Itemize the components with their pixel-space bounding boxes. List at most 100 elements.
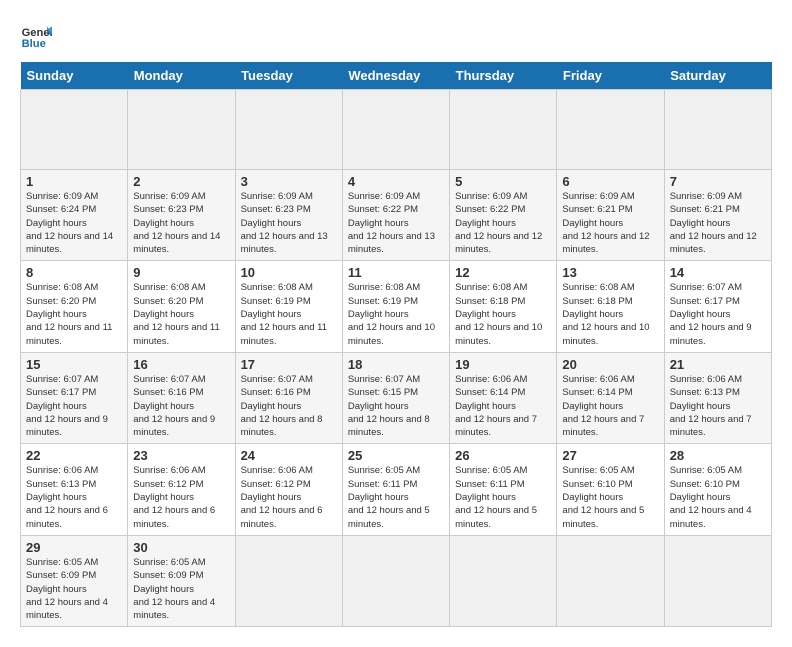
day-number: 15 [26, 357, 122, 372]
header-saturday: Saturday [664, 62, 771, 90]
calendar-cell [342, 535, 449, 626]
header-tuesday: Tuesday [235, 62, 342, 90]
day-number: 22 [26, 448, 122, 463]
day-info: Sunrise: 6:08 AMSunset: 6:20 PMDaylight … [133, 281, 229, 347]
calendar-cell [235, 535, 342, 626]
calendar-week-row: 29Sunrise: 6:05 AMSunset: 6:09 PMDayligh… [21, 535, 772, 626]
day-info: Sunrise: 6:06 AMSunset: 6:14 PMDaylight … [455, 373, 551, 439]
calendar-cell: 9Sunrise: 6:08 AMSunset: 6:20 PMDaylight… [128, 261, 235, 352]
calendar-cell: 11Sunrise: 6:08 AMSunset: 6:19 PMDayligh… [342, 261, 449, 352]
calendar-cell: 6Sunrise: 6:09 AMSunset: 6:21 PMDaylight… [557, 170, 664, 261]
calendar-cell: 24Sunrise: 6:06 AMSunset: 6:12 PMDayligh… [235, 444, 342, 535]
calendar-cell: 5Sunrise: 6:09 AMSunset: 6:22 PMDaylight… [450, 170, 557, 261]
day-number: 10 [241, 265, 337, 280]
day-info: Sunrise: 6:07 AMSunset: 6:17 PMDaylight … [26, 373, 122, 439]
calendar-cell [450, 90, 557, 170]
calendar-cell: 18Sunrise: 6:07 AMSunset: 6:15 PMDayligh… [342, 352, 449, 443]
day-number: 17 [241, 357, 337, 372]
day-info: Sunrise: 6:06 AMSunset: 6:12 PMDaylight … [133, 464, 229, 530]
day-number: 30 [133, 540, 229, 555]
logo-icon: General Blue [20, 20, 52, 52]
calendar-cell: 2Sunrise: 6:09 AMSunset: 6:23 PMDaylight… [128, 170, 235, 261]
day-number: 8 [26, 265, 122, 280]
calendar-cell [664, 535, 771, 626]
calendar-cell: 16Sunrise: 6:07 AMSunset: 6:16 PMDayligh… [128, 352, 235, 443]
header-friday: Friday [557, 62, 664, 90]
day-number: 29 [26, 540, 122, 555]
calendar-cell: 1Sunrise: 6:09 AMSunset: 6:24 PMDaylight… [21, 170, 128, 261]
day-info: Sunrise: 6:06 AMSunset: 6:14 PMDaylight … [562, 373, 658, 439]
day-info: Sunrise: 6:05 AMSunset: 6:10 PMDaylight … [562, 464, 658, 530]
day-info: Sunrise: 6:08 AMSunset: 6:18 PMDaylight … [562, 281, 658, 347]
day-info: Sunrise: 6:05 AMSunset: 6:09 PMDaylight … [133, 556, 229, 622]
calendar-week-row: 8 Sunrise: 6:08 AMSunset: 6:20 PMDaylight… [21, 261, 772, 352]
calendar-cell: 28Sunrise: 6:05 AMSunset: 6:10 PMDayligh… [664, 444, 771, 535]
day-info: Sunrise: 6:08 AMSunset: 6:19 PMDaylight … [348, 281, 444, 347]
header-monday: Monday [128, 62, 235, 90]
calendar-cell [664, 90, 771, 170]
day-number: 26 [455, 448, 551, 463]
day-number: 13 [562, 265, 658, 280]
day-number: 12 [455, 265, 551, 280]
day-info: Sunrise: 6:07 AMSunset: 6:15 PMDaylight … [348, 373, 444, 439]
calendar-cell: 17Sunrise: 6:07 AMSunset: 6:16 PMDayligh… [235, 352, 342, 443]
calendar-cell: 3Sunrise: 6:09 AMSunset: 6:23 PMDaylight… [235, 170, 342, 261]
day-info: Sunrise: 6:05 AMSunset: 6:11 PMDaylight … [455, 464, 551, 530]
logo: General Blue [20, 20, 56, 52]
day-number: 6 [562, 174, 658, 189]
day-number: 9 [133, 265, 229, 280]
calendar-cell: 8Sunrise: 6:08 AMSunset: 6:20 PMDaylight… [21, 261, 128, 352]
day-info: Sunrise: 6:05 AMSunset: 6:09 PMDaylight … [26, 556, 122, 622]
day-number: 7 [670, 174, 766, 189]
calendar-cell: 4Sunrise: 6:09 AMSunset: 6:22 PMDaylight… [342, 170, 449, 261]
day-number: 21 [670, 357, 766, 372]
calendar-week-row: 1Sunrise: 6:09 AMSunset: 6:24 PMDaylight… [21, 170, 772, 261]
calendar-cell: 23Sunrise: 6:06 AMSunset: 6:12 PMDayligh… [128, 444, 235, 535]
day-number: 4 [348, 174, 444, 189]
day-number: 27 [562, 448, 658, 463]
calendar-header-row: SundayMondayTuesdayWednesdayThursdayFrid… [21, 62, 772, 90]
day-info: Sunrise: 6:09 AMSunset: 6:21 PMDaylight … [562, 190, 658, 256]
calendar-cell [21, 90, 128, 170]
calendar-cell: 20Sunrise: 6:06 AMSunset: 6:14 PMDayligh… [557, 352, 664, 443]
day-info: Sunrise: 6:09 AMSunset: 6:22 PMDaylight … [348, 190, 444, 256]
day-number: 19 [455, 357, 551, 372]
calendar-cell: 30Sunrise: 6:05 AMSunset: 6:09 PMDayligh… [128, 535, 235, 626]
day-number: 28 [670, 448, 766, 463]
calendar-cell: 14Sunrise: 6:07 AMSunset: 6:17 PMDayligh… [664, 261, 771, 352]
day-info: Sunrise: 6:05 AMSunset: 6:10 PMDaylight … [670, 464, 766, 530]
calendar-cell [450, 535, 557, 626]
header-sunday: Sunday [21, 62, 128, 90]
day-info: Sunrise: 6:09 AMSunset: 6:23 PMDaylight … [133, 190, 229, 256]
calendar-cell: 22Sunrise: 6:06 AMSunset: 6:13 PMDayligh… [21, 444, 128, 535]
calendar-week-row: 22Sunrise: 6:06 AMSunset: 6:13 PMDayligh… [21, 444, 772, 535]
day-number: 23 [133, 448, 229, 463]
day-number: 3 [241, 174, 337, 189]
day-info: Sunrise: 6:08 AMSunset: 6:18 PMDaylight … [455, 281, 551, 347]
calendar-cell [235, 90, 342, 170]
day-number: 20 [562, 357, 658, 372]
day-number: 1 [26, 174, 122, 189]
calendar-cell [557, 535, 664, 626]
calendar-week-row: 15Sunrise: 6:07 AMSunset: 6:17 PMDayligh… [21, 352, 772, 443]
day-info: Sunrise: 6:07 AMSunset: 6:17 PMDaylight … [670, 281, 766, 347]
day-number: 25 [348, 448, 444, 463]
day-info: Sunrise: 6:07 AMSunset: 6:16 PMDaylight … [241, 373, 337, 439]
day-number: 5 [455, 174, 551, 189]
day-info: Sunrise: 6:07 AMSunset: 6:16 PMDaylight … [133, 373, 229, 439]
calendar-cell: 10Sunrise: 6:08 AMSunset: 6:19 PMDayligh… [235, 261, 342, 352]
page-header: General Blue [20, 20, 772, 52]
day-info: Sunrise: 6:05 AMSunset: 6:11 PMDaylight … [348, 464, 444, 530]
calendar-cell [342, 90, 449, 170]
day-info: Sunrise: 6:06 AMSunset: 6:12 PMDaylight … [241, 464, 337, 530]
day-number: 14 [670, 265, 766, 280]
day-number: 2 [133, 174, 229, 189]
calendar-cell: 21Sunrise: 6:06 AMSunset: 6:13 PMDayligh… [664, 352, 771, 443]
day-info: Sunrise: 6:09 AMSunset: 6:21 PMDaylight … [670, 190, 766, 256]
calendar-cell: 12Sunrise: 6:08 AMSunset: 6:18 PMDayligh… [450, 261, 557, 352]
calendar-cell: 7Sunrise: 6:09 AMSunset: 6:21 PMDaylight… [664, 170, 771, 261]
calendar-table: SundayMondayTuesdayWednesdayThursdayFrid… [20, 62, 772, 627]
calendar-cell: 25Sunrise: 6:05 AMSunset: 6:11 PMDayligh… [342, 444, 449, 535]
calendar-cell: 13Sunrise: 6:08 AMSunset: 6:18 PMDayligh… [557, 261, 664, 352]
calendar-cell: 27Sunrise: 6:05 AMSunset: 6:10 PMDayligh… [557, 444, 664, 535]
